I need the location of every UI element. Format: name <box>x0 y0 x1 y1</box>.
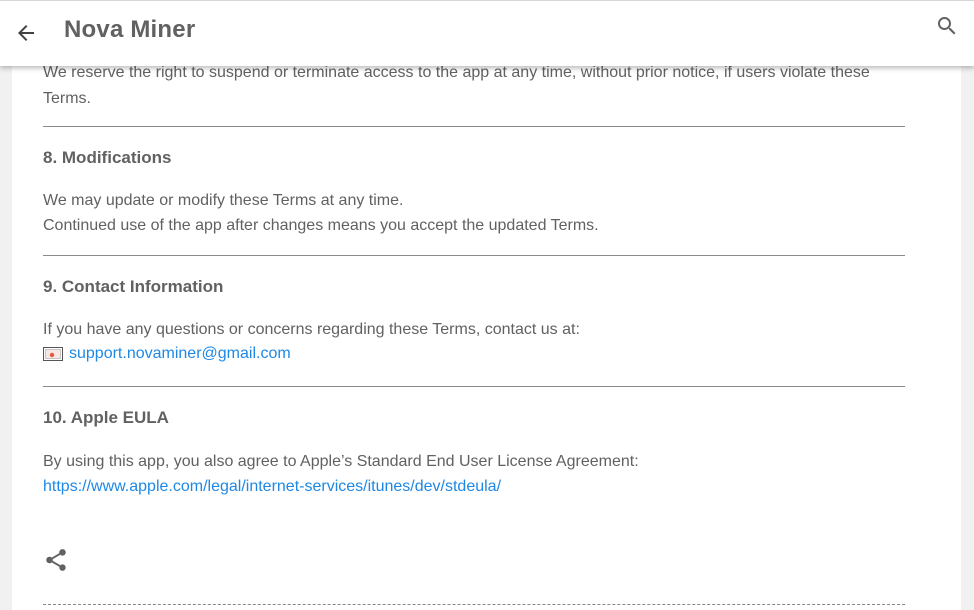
share-button[interactable] <box>43 547 69 573</box>
section-divider <box>43 255 905 256</box>
contact-email-link[interactable]: support.novaminer@gmail.com <box>69 345 291 363</box>
footer-dashed-divider <box>43 604 905 605</box>
search-button[interactable] <box>934 13 960 39</box>
apple-eula-link[interactable]: https://www.apple.com/legal/internet-ser… <box>43 478 501 495</box>
apple-eula-link-row: https://www.apple.com/legal/internet-ser… <box>43 474 501 499</box>
envelope-icon <box>43 347 63 361</box>
back-button[interactable] <box>12 19 40 47</box>
app-screen: We reserve the right to suspend or termi… <box>0 0 974 610</box>
section10-heading: 10. Apple EULA <box>43 408 169 427</box>
share-icon <box>46 549 66 571</box>
section8-text-line1: We may update or modify these Terms at a… <box>43 192 404 209</box>
section8-text-line2: Continued use of the app after changes m… <box>43 217 599 234</box>
section8-heading: 8. Modifications <box>43 148 172 167</box>
section-divider <box>43 386 905 387</box>
app-bar: Nova Miner <box>0 0 974 66</box>
search-icon <box>938 17 956 35</box>
section9-heading: 9. Contact Information <box>43 277 224 296</box>
section7-text-line2: Terms. <box>43 90 91 107</box>
terms-content <box>12 0 961 610</box>
arrow-back-icon <box>18 25 34 41</box>
section10-text-line1: By using this app, you also agree to App… <box>43 453 639 470</box>
section-divider <box>43 126 905 127</box>
section9-text-line1: If you have any questions or concerns re… <box>43 321 580 338</box>
contact-email-row[interactable]: support.novaminer@gmail.com <box>43 345 291 363</box>
page-title: Nova Miner <box>64 16 196 43</box>
